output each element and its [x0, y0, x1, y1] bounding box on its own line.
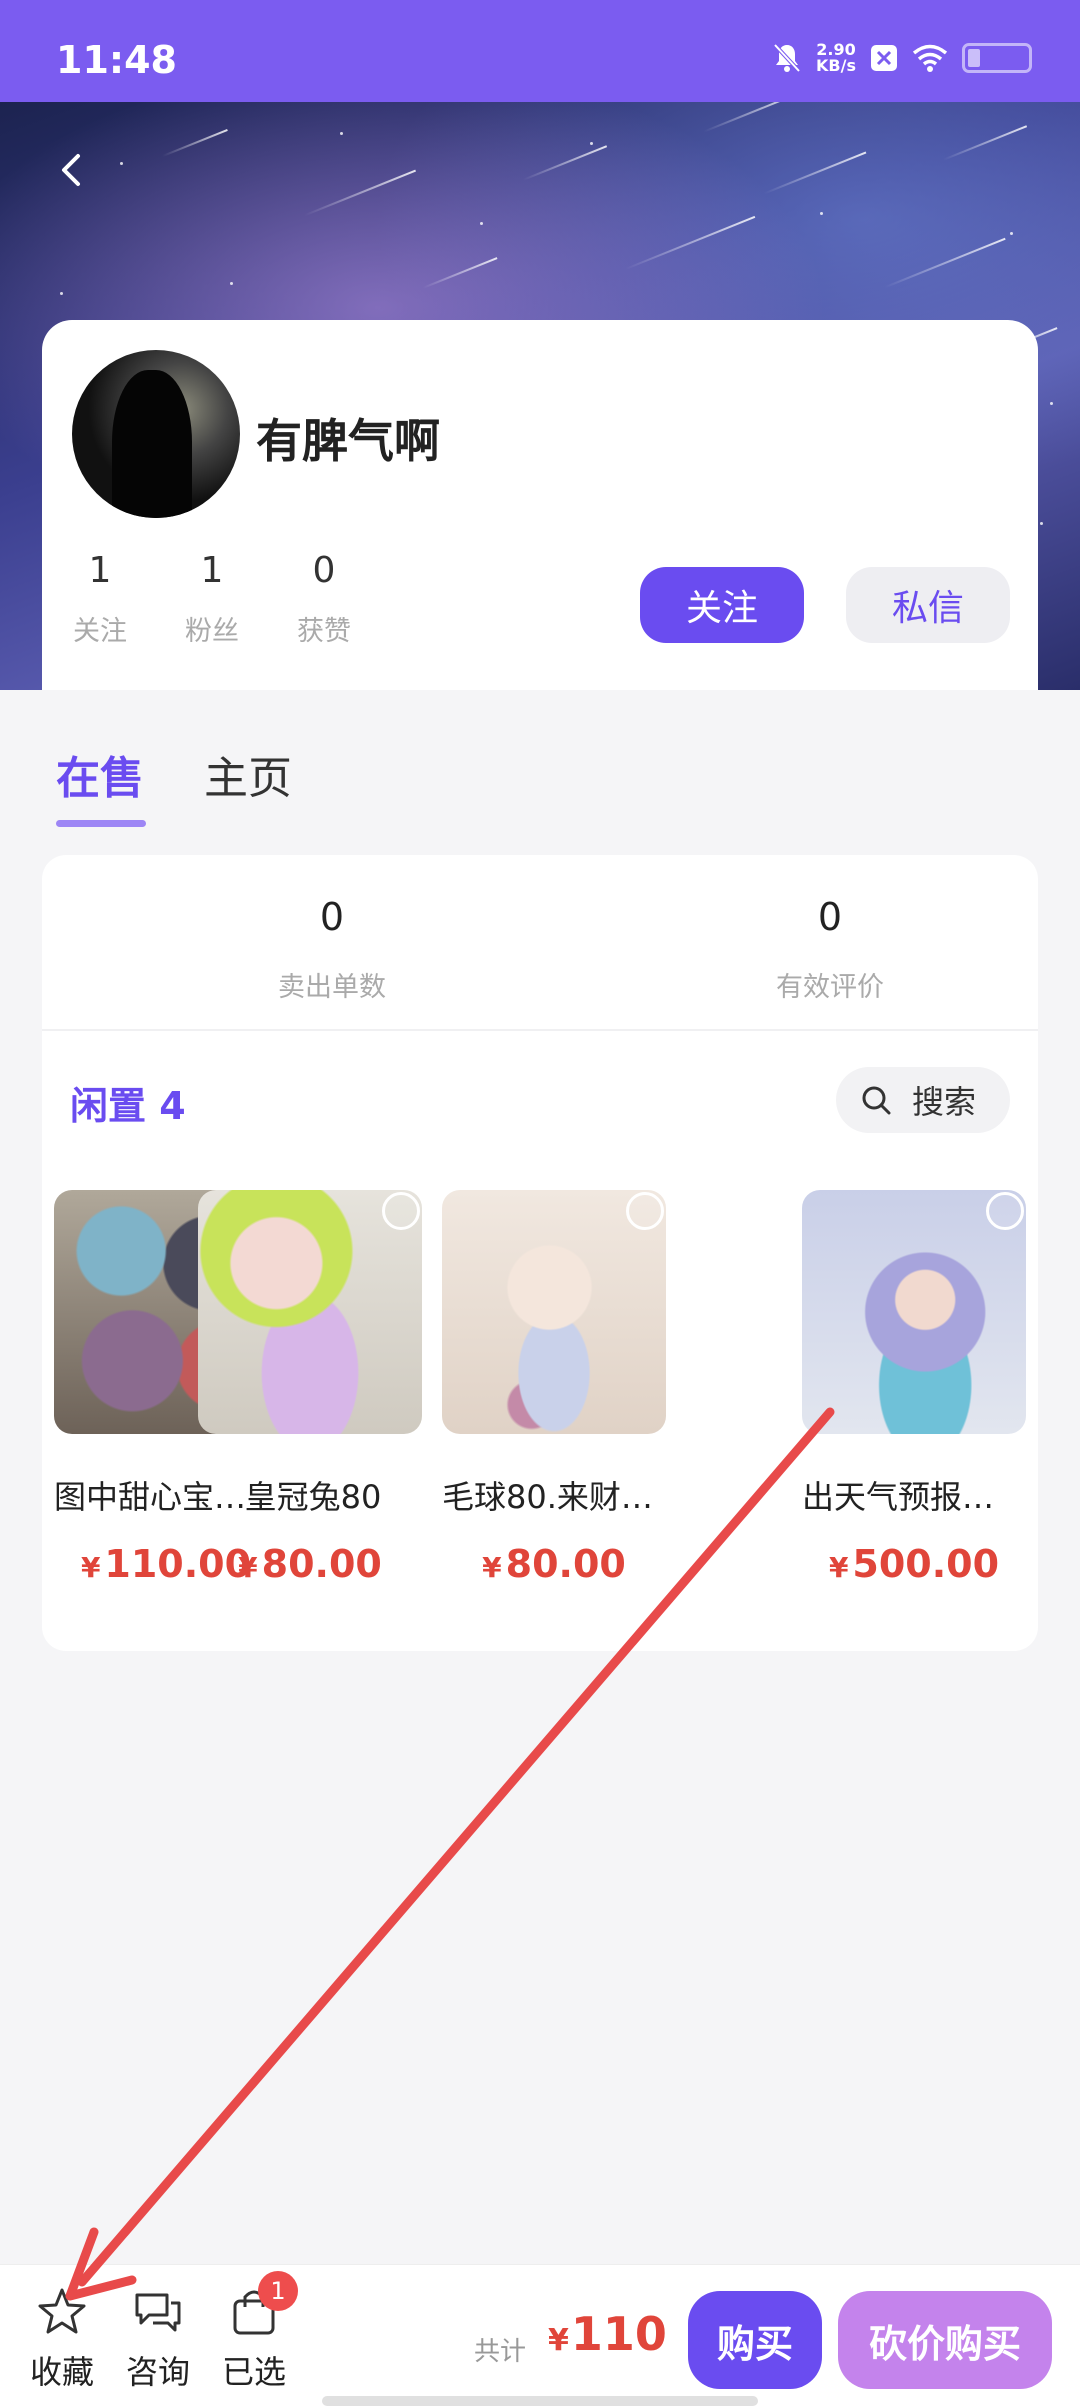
product-price: ¥500.00 — [828, 1542, 1000, 1586]
product-image[interactable] — [802, 1190, 1026, 1434]
bargain-buy-button[interactable]: 砍价购买 — [838, 2291, 1052, 2389]
message-button[interactable]: 私信 — [846, 567, 1010, 643]
status-time: 11:48 — [56, 38, 177, 82]
x-app-icon — [871, 45, 897, 71]
metric-sold-count: 0 — [319, 895, 345, 939]
product-checkbox[interactable] — [382, 1192, 420, 1230]
product-card[interactable]: 皇冠兔80 ¥80.00 — [198, 1190, 422, 1586]
metric-sold: 0 卖出单数 — [202, 895, 462, 1004]
stat-likes[interactable]: 0 获赞 — [284, 550, 364, 648]
profile-card: 有脾气啊 1 关注 1 粉丝 0 获赞 关注 私信 — [42, 320, 1038, 690]
selected-count-badge: 1 — [258, 2271, 298, 2311]
product-checkbox[interactable] — [626, 1192, 664, 1230]
total-label: 共计 — [474, 2337, 527, 2367]
username: 有脾气啊 — [256, 414, 440, 468]
metric-reviews-count: 0 — [817, 895, 843, 939]
status-icons: 2.90 KB/s — [772, 38, 1032, 78]
stat-following[interactable]: 1 关注 — [60, 550, 140, 648]
bell-off-icon — [773, 43, 801, 73]
product-price: ¥80.00 — [482, 1542, 626, 1586]
product-card[interactable]: 毛球80.来财… ¥80.00 — [442, 1190, 666, 1586]
favorite-button[interactable]: 收藏 — [22, 2285, 102, 2393]
battery-icon — [962, 43, 1032, 73]
stat-following-count: 1 — [88, 550, 112, 591]
chevron-left-icon[interactable] — [52, 150, 92, 190]
selected-label: 已选 — [221, 2353, 286, 2391]
wifi-icon — [912, 44, 948, 72]
search-icon — [862, 1086, 891, 1115]
search-button[interactable]: 搜索 — [836, 1067, 1010, 1133]
metric-sold-label: 卖出单数 — [278, 972, 386, 1003]
consult-button[interactable]: 咨询 — [118, 2285, 198, 2393]
product-image[interactable] — [442, 1190, 666, 1434]
product-checkbox[interactable] — [986, 1192, 1024, 1230]
stat-likes-label: 获赞 — [297, 616, 351, 647]
favorite-label: 收藏 — [29, 2353, 94, 2391]
product-name: 皇冠兔80 — [244, 1478, 382, 1516]
divider — [42, 1029, 1038, 1031]
tab-on-sale[interactable]: 在售 — [56, 742, 144, 806]
status-bar: 11:48 2.90 KB/s — [0, 0, 1080, 102]
chat-icon — [135, 2293, 181, 2332]
product-image[interactable] — [198, 1190, 422, 1434]
search-label: 搜索 — [912, 1083, 977, 1121]
star-icon — [38, 2288, 86, 2334]
bottom-action-bar: 收藏 咨询 已选 1 共计 ¥110 购买 砍价购买 — [0, 2264, 1080, 2408]
consult-label: 咨询 — [125, 2353, 190, 2391]
stat-followers[interactable]: 1 粉丝 — [172, 550, 252, 648]
buy-button[interactable]: 购买 — [688, 2291, 822, 2389]
product-name: 毛球80.来财… — [442, 1478, 653, 1516]
follow-button[interactable]: 关注 — [640, 567, 804, 643]
stat-followers-label: 粉丝 — [185, 616, 239, 647]
product-price: ¥80.00 — [238, 1542, 382, 1586]
product-card[interactable]: 出天气预报… ¥500.00 — [802, 1190, 1026, 1586]
home-indicator — [322, 2396, 758, 2406]
stat-likes-count: 0 — [312, 550, 336, 591]
idle-items-title: 闲置 4 — [70, 1084, 186, 1128]
avatar[interactable] — [72, 350, 240, 518]
shop-card: 0 卖出单数 0 有效评价 闲置 4 搜索 图中甜心宝… ¥110.00 皇冠兔… — [42, 855, 1038, 1651]
net-speed: 2.90 KB/s — [816, 40, 856, 75]
total-price: ¥110 — [548, 2307, 667, 2361]
metric-reviews-label: 有效评价 — [776, 972, 884, 1003]
product-name: 出天气预报… — [802, 1478, 995, 1516]
stat-following-label: 关注 — [73, 616, 127, 647]
tab-underline — [56, 820, 146, 827]
tab-homepage[interactable]: 主页 — [204, 742, 292, 806]
stat-followers-count: 1 — [200, 550, 224, 591]
metric-reviews: 0 有效评价 — [700, 895, 960, 1004]
